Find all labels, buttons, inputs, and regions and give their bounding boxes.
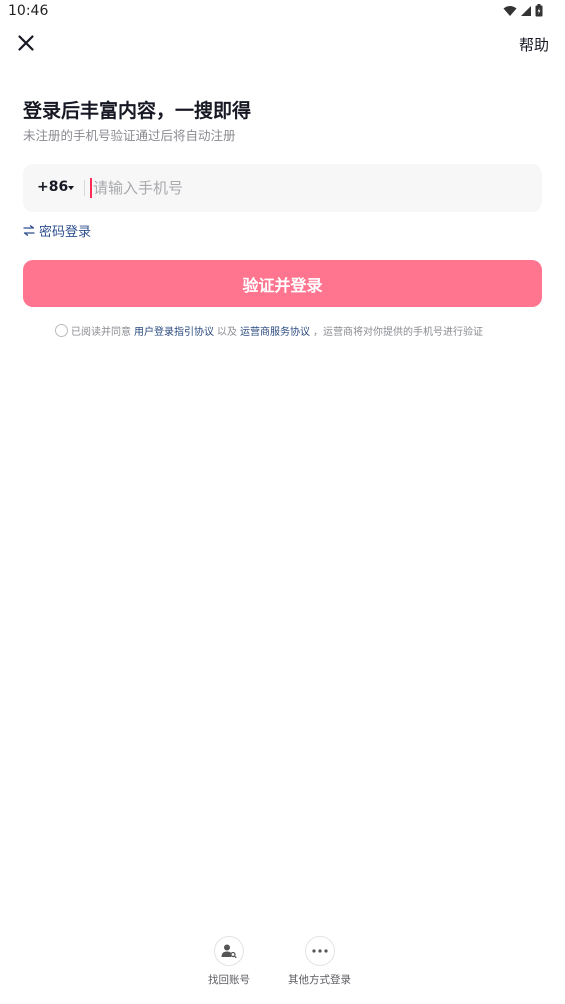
country-code-selector[interactable]: +86: [37, 179, 68, 195]
carrier-service-agreement-link[interactable]: 运营商服务协议: [240, 323, 310, 338]
password-login-label: 密码登录: [39, 225, 92, 240]
more-dots-icon: [311, 949, 328, 953]
bottom-actions: 找回账号 其他方式登录: [0, 936, 565, 996]
phone-input-box: +86: [23, 164, 542, 212]
agreement-row: 已阅读并同意 用户登录指引协议 以及 运营商服务协议 ，运营商将对你提供的手机号…: [55, 323, 535, 338]
close-icon: [18, 35, 34, 51]
user-login-agreement-link[interactable]: 用户登录指引协议: [134, 323, 214, 338]
find-account-icon-wrap: [214, 936, 244, 966]
page-title: 登录后丰富内容，一搜即得: [23, 100, 252, 122]
help-link[interactable]: 帮助: [519, 34, 549, 55]
other-login-button[interactable]: 其他方式登录: [288, 936, 351, 987]
user-search-icon: [221, 944, 237, 958]
verify-login-button[interactable]: 验证并登录: [23, 260, 542, 307]
text-cursor: [90, 178, 92, 198]
swap-icon: [23, 225, 35, 236]
agreement-joiner: 以及: [217, 327, 237, 338]
agreement-checkbox[interactable]: [55, 324, 68, 337]
phone-number-input[interactable]: [93, 164, 533, 212]
find-account-label: 找回账号: [208, 974, 250, 986]
agreement-suffix: ，运营商将对你提供的手机号进行验证: [313, 327, 483, 338]
caret-down-icon[interactable]: [68, 186, 74, 190]
password-login-link[interactable]: 密码登录: [23, 221, 91, 240]
cellular-signal-icon: [521, 5, 531, 16]
status-icons: [503, 4, 543, 17]
wifi-icon: [503, 5, 517, 16]
find-account-button[interactable]: 找回账号: [208, 936, 250, 987]
battery-icon: [535, 4, 543, 17]
agreement-prefix: 已阅读并同意: [71, 327, 131, 338]
other-login-icon-wrap: [304, 936, 335, 966]
status-time: 10:46: [8, 3, 49, 19]
divider: [84, 180, 85, 196]
close-button[interactable]: [14, 31, 38, 55]
page-subtitle: 未注册的手机号验证通过后将自动注册: [23, 128, 236, 143]
status-bar: 10:46: [0, 0, 565, 24]
other-login-label: 其他方式登录: [288, 974, 351, 986]
